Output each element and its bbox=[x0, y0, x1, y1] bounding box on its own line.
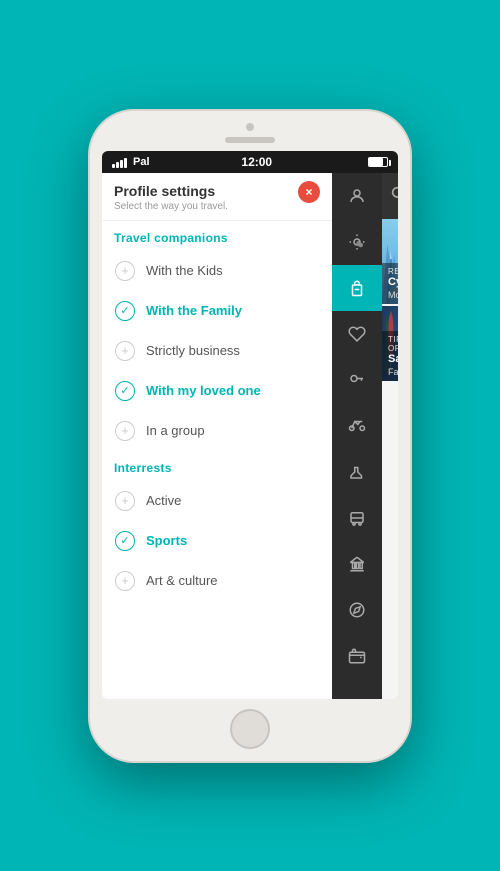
group-label: In a group bbox=[146, 423, 205, 438]
mid-icon-wallet[interactable] bbox=[332, 633, 382, 679]
mid-icon-boot[interactable] bbox=[332, 449, 382, 495]
battery-fill bbox=[369, 158, 383, 166]
loved-one-icon: ✓ bbox=[114, 380, 136, 402]
status-left: Pal bbox=[112, 156, 150, 168]
list-item-loved-one[interactable]: ✓ With my loved one bbox=[102, 371, 332, 411]
close-button[interactable]: × bbox=[298, 181, 320, 203]
check-icon-3: ✓ bbox=[120, 534, 129, 547]
card-cycling-title: Cycl bbox=[388, 276, 392, 289]
close-icon: × bbox=[305, 186, 312, 198]
profile-title: Profile settings bbox=[114, 183, 320, 199]
plus-icon-3: + bbox=[121, 423, 129, 438]
mid-icon-profile[interactable] bbox=[332, 173, 382, 219]
list-item-family[interactable]: ✓ With the Family bbox=[102, 291, 332, 331]
list-item-art[interactable]: + Art & culture bbox=[102, 561, 332, 601]
active-icon: + bbox=[114, 490, 136, 512]
card-saze-sub: Family bbox=[388, 367, 392, 377]
kids-label: With the Kids bbox=[146, 263, 223, 278]
mid-icon-weather[interactable] bbox=[332, 219, 382, 265]
group-icon: + bbox=[114, 420, 136, 442]
plus-icon: + bbox=[121, 263, 129, 278]
list-item-group[interactable]: + In a group bbox=[102, 411, 332, 451]
travel-companions-heading: Travel companions bbox=[102, 221, 332, 251]
signal-bars bbox=[112, 156, 127, 168]
phone-outer: Pal 12:00 Profile settings Select the wa… bbox=[90, 111, 410, 761]
status-bar: Pal 12:00 bbox=[102, 151, 398, 173]
search-icon[interactable] bbox=[390, 185, 398, 206]
family-icon: ✓ bbox=[114, 300, 136, 322]
list-item-kids[interactable]: + With the Kids bbox=[102, 251, 332, 291]
mid-bar bbox=[332, 173, 382, 699]
mid-icon-heart[interactable] bbox=[332, 311, 382, 357]
mid-icon-luggage[interactable] bbox=[332, 265, 382, 311]
plus-icon-5: + bbox=[121, 573, 129, 588]
left-panel: Profile settings Select the way you trav… bbox=[102, 173, 332, 699]
card-saze-tag: Tips of bbox=[388, 335, 392, 353]
active-label: Active bbox=[146, 493, 181, 508]
mid-icon-bus[interactable] bbox=[332, 495, 382, 541]
screen-content: Profile settings Select the way you trav… bbox=[102, 173, 398, 699]
check-icon: ✓ bbox=[120, 304, 129, 317]
phone-home-button[interactable] bbox=[230, 709, 270, 749]
business-label: Strictly business bbox=[146, 343, 240, 358]
profile-subtitle: Select the way you travel. bbox=[114, 201, 320, 212]
interests-heading: Interrests bbox=[102, 451, 332, 481]
carrier-name: Pal bbox=[133, 156, 150, 168]
phone-camera bbox=[246, 123, 254, 131]
card-cycling[interactable]: Recom Cycl Mount bbox=[382, 219, 398, 304]
list-item-sports[interactable]: ✓ Sports bbox=[102, 521, 332, 561]
plus-icon-2: + bbox=[121, 343, 129, 358]
loved-one-label: With my loved one bbox=[146, 383, 261, 398]
battery-container bbox=[364, 157, 388, 167]
sports-label: Sports bbox=[146, 533, 187, 548]
art-label: Art & culture bbox=[146, 573, 218, 588]
check-icon-2: ✓ bbox=[120, 384, 129, 397]
mid-icon-bank[interactable] bbox=[332, 541, 382, 587]
card-saze[interactable]: Tips of Saze Family bbox=[382, 306, 398, 381]
card-saze-overlay: Tips of Saze Family bbox=[382, 331, 398, 380]
art-icon: + bbox=[114, 570, 136, 592]
kids-icon: + bbox=[114, 260, 136, 282]
right-panel-header bbox=[382, 173, 398, 219]
card-cycling-overlay: Recom Cycl Mount bbox=[382, 263, 398, 303]
right-panel: Recom Cycl Mount bbox=[382, 173, 398, 699]
mid-icon-bike[interactable] bbox=[332, 403, 382, 449]
list-item-business[interactable]: + Strictly business bbox=[102, 331, 332, 371]
plus-icon-4: + bbox=[121, 493, 129, 508]
battery-icon bbox=[368, 157, 388, 167]
card-cycling-tag: Recom bbox=[388, 267, 392, 276]
family-label: With the Family bbox=[146, 303, 242, 318]
phone-speaker bbox=[225, 137, 275, 143]
card-saze-title: Saze bbox=[388, 353, 392, 366]
list-item-active[interactable]: + Active bbox=[102, 481, 332, 521]
status-time: 12:00 bbox=[241, 155, 272, 169]
card-cycling-sub: Mount bbox=[388, 290, 392, 300]
mid-icon-key[interactable] bbox=[332, 357, 382, 403]
mid-icon-compass[interactable] bbox=[332, 587, 382, 633]
sports-icon: ✓ bbox=[114, 530, 136, 552]
profile-header: Profile settings Select the way you trav… bbox=[102, 173, 332, 221]
phone-screen: Pal 12:00 Profile settings Select the wa… bbox=[102, 151, 398, 699]
business-icon: + bbox=[114, 340, 136, 362]
